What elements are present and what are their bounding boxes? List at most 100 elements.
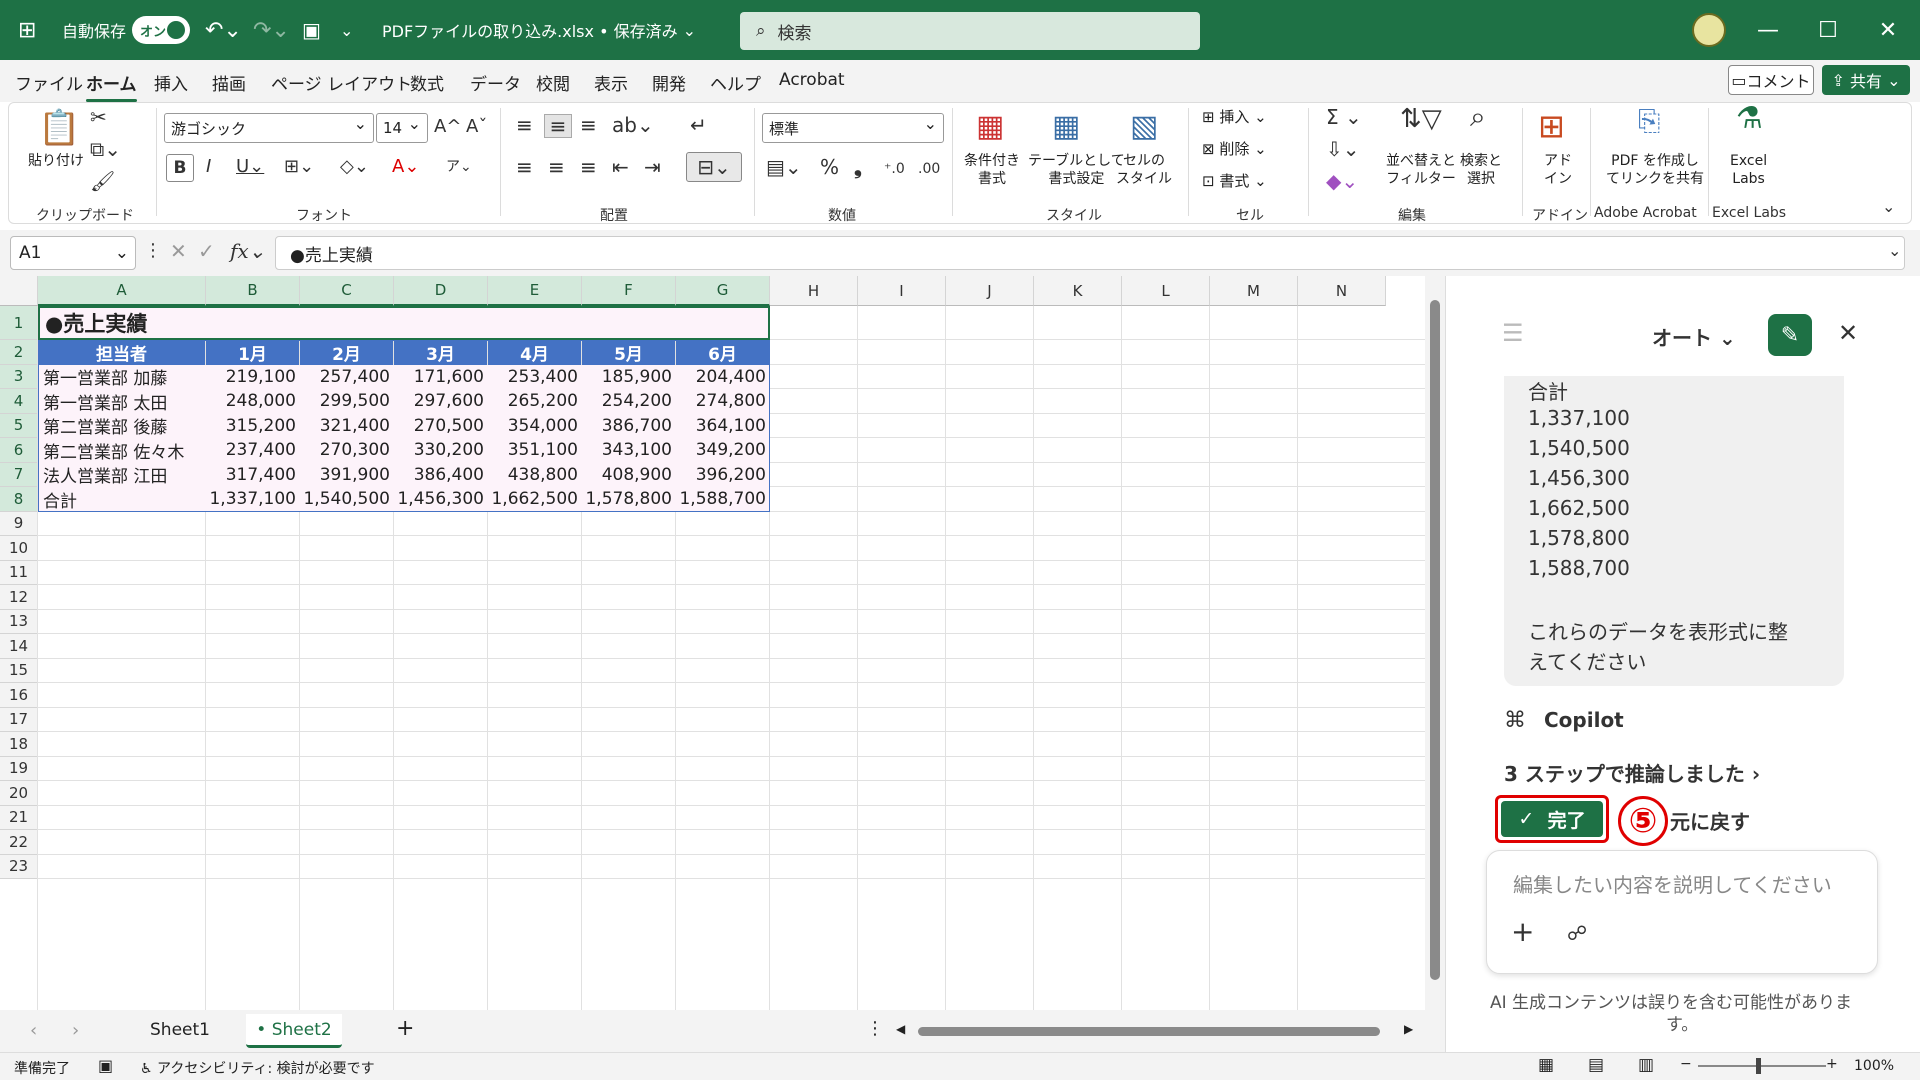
copilot-prompt-input[interactable]: 編集したい内容を説明してください + ☍	[1486, 850, 1878, 974]
tab-developer[interactable]: 開発	[652, 70, 686, 95]
sheet-tab-sheet1[interactable]: Sheet1	[150, 1020, 210, 1040]
row-header[interactable]: 4	[0, 389, 38, 414]
number-format-select[interactable]: 標準	[762, 113, 944, 143]
autosave-toggle[interactable]: オン	[132, 0, 190, 60]
table-cell[interactable]: 343,100	[582, 438, 676, 463]
conditional-format-button[interactable]: 条件付き 書式	[964, 152, 1020, 188]
table-header-cell[interactable]: 1月	[206, 340, 299, 365]
tab-draw[interactable]: 描画	[212, 70, 246, 95]
more-dots-icon[interactable]: ⋮	[144, 240, 162, 262]
cell-styles-icon[interactable]: ▧	[1130, 110, 1158, 144]
column-header[interactable]: L	[1122, 276, 1210, 306]
table-header-cell[interactable]: 6月	[676, 340, 769, 365]
format-as-table-icon[interactable]: ▦	[1052, 110, 1080, 144]
shrink-font-icon[interactable]: Aˇ	[466, 116, 487, 138]
row-header[interactable]: 21	[0, 805, 38, 830]
total-row-cell[interactable]: 1,662,500	[488, 487, 582, 512]
file-title[interactable]: PDFファイルの取り込み.xlsx • 保存済み ⌄	[382, 0, 696, 60]
wrap-text-icon[interactable]: ↵	[690, 114, 707, 136]
align-left-icon[interactable]: ≡	[516, 156, 533, 178]
row-header[interactable]: 17	[0, 707, 38, 732]
total-row-cell[interactable]: 1,337,100	[206, 487, 300, 512]
minimize-icon[interactable]: —	[1738, 0, 1798, 60]
column-header[interactable]: K	[1034, 276, 1122, 306]
share-button[interactable]: ⇪ 共有 ⌄	[1822, 65, 1910, 95]
tab-file[interactable]: ファイル	[15, 70, 83, 95]
row-header[interactable]: 2	[0, 340, 38, 365]
column-header[interactable]: F	[582, 276, 676, 306]
column-header[interactable]: G	[676, 276, 770, 306]
clear-icon[interactable]: ◆⌄	[1326, 170, 1358, 192]
row-header[interactable]: 1	[0, 306, 38, 340]
menu-icon[interactable]: ☰	[1502, 321, 1524, 345]
row-header[interactable]: 20	[0, 781, 38, 806]
row-header[interactable]: 5	[0, 413, 38, 438]
column-header[interactable]: E	[488, 276, 582, 306]
row-header[interactable]: 13	[0, 609, 38, 634]
add-attachment-icon[interactable]: +	[1511, 915, 1534, 948]
row-header[interactable]: 19	[0, 756, 38, 781]
maximize-icon[interactable]: ☐	[1798, 0, 1858, 60]
insert-cells-button[interactable]: ⊞ 挿入 ⌄	[1202, 108, 1267, 126]
autosum-icon[interactable]: Σ ⌄	[1326, 106, 1362, 128]
cell-a1-title[interactable]: ●売上実績	[38, 306, 770, 340]
row-header[interactable]: 18	[0, 732, 38, 757]
undo-icon[interactable]: ↶⌄	[205, 0, 242, 60]
table-header-cell[interactable]: 3月	[394, 340, 487, 365]
find-select-icon[interactable]: ⌕	[1470, 103, 1486, 131]
table-cell[interactable]: 248,000	[206, 389, 300, 414]
done-button[interactable]: ✓ 完了	[1495, 795, 1609, 843]
row-header[interactable]: 9	[0, 511, 38, 536]
table-cell[interactable]: 354,000	[488, 414, 582, 439]
table-cell[interactable]: 185,900	[582, 365, 676, 390]
pdf-link-icon[interactable]: ⎘	[1638, 107, 1660, 135]
table-cell[interactable]: 第二営業部 佐々木	[38, 438, 206, 463]
table-cell[interactable]: 396,200	[676, 463, 770, 488]
table-cell[interactable]: 438,800	[488, 463, 582, 488]
close-icon[interactable]: ✕	[1858, 0, 1918, 60]
copilot-mode-select[interactable]: オート ⌄	[1652, 322, 1736, 351]
row-header[interactable]: 7	[0, 462, 38, 487]
total-row-cell[interactable]: 合計	[38, 487, 206, 512]
row-header[interactable]: 3	[0, 364, 38, 389]
column-header[interactable]: J	[946, 276, 1034, 306]
format-cells-button[interactable]: ⊡ 書式 ⌄	[1202, 172, 1267, 190]
column-header[interactable]: A	[38, 276, 206, 306]
table-cell[interactable]: 391,900	[300, 463, 394, 488]
zoom-in-icon[interactable]: +	[1826, 1056, 1838, 1072]
merge-center-icon[interactable]: ⊟⌄	[686, 152, 742, 182]
table-cell[interactable]: 法人営業部 江田	[38, 463, 206, 487]
sheet-options-icon[interactable]: ⋮	[866, 1018, 884, 1039]
table-cell[interactable]: 274,800	[676, 389, 770, 414]
table-header-cell[interactable]: 5月	[582, 340, 675, 365]
font-color-icon[interactable]: A⌄	[392, 156, 419, 178]
table-cell[interactable]: 265,200	[488, 389, 582, 414]
find-select-button[interactable]: 検索と 選択	[1460, 152, 1502, 188]
zoom-level[interactable]: 100%	[1854, 1058, 1894, 1074]
table-cell[interactable]: 171,600	[394, 365, 488, 390]
next-sheet-icon[interactable]: ›	[72, 1020, 79, 1041]
scroll-right-icon[interactable]: ▶	[1404, 1022, 1413, 1036]
zoom-out-icon[interactable]: −	[1680, 1056, 1692, 1072]
horizontal-scroll-thumb[interactable]	[918, 1027, 1380, 1036]
table-cell[interactable]: 364,100	[676, 414, 770, 439]
decrease-decimal-icon[interactable]: .00	[918, 158, 940, 180]
add-sheet-icon[interactable]: +	[396, 1016, 414, 1041]
table-cell[interactable]: 317,400	[206, 463, 300, 488]
row-header[interactable]: 22	[0, 830, 38, 855]
format-as-table-button[interactable]: テーブルとして 書式設定	[1028, 152, 1125, 188]
tab-view[interactable]: 表示	[594, 70, 628, 95]
table-header-cell[interactable]: 2月	[300, 340, 393, 365]
table-cell[interactable]: 254,200	[582, 389, 676, 414]
underline-button[interactable]: U⌄	[236, 156, 264, 178]
font-size-select[interactable]: 14	[376, 113, 428, 143]
row-header[interactable]: 11	[0, 560, 38, 585]
tab-review[interactable]: 校閲	[536, 70, 570, 95]
cancel-entry-icon[interactable]: ✕	[170, 240, 187, 262]
expand-formula-chevron-icon[interactable]: ⌄	[1888, 240, 1901, 262]
borders-icon[interactable]: ⊞⌄	[284, 156, 314, 178]
align-right-icon[interactable]: ≡	[580, 156, 597, 178]
conditional-format-icon[interactable]: ▦	[976, 110, 1004, 144]
table-cell[interactable]: 321,400	[300, 414, 394, 439]
table-cell[interactable]: 386,400	[394, 463, 488, 488]
